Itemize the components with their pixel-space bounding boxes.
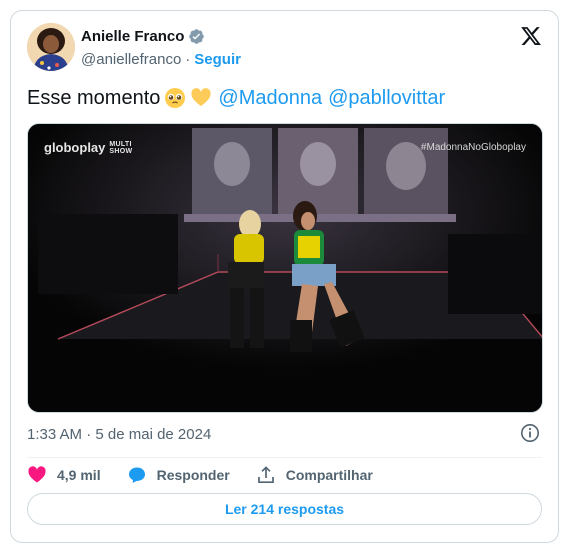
reply-button[interactable]: Responder	[127, 465, 230, 485]
author-handle[interactable]: @aniellefranco	[81, 51, 181, 68]
watermark-multi-text: MULTI	[109, 140, 132, 148]
share-button[interactable]: Compartilhar	[256, 465, 373, 485]
tweet-actions: 4,9 mil Responder Compartilhar	[27, 463, 399, 487]
watermark-globoplay-text: globoplay	[44, 140, 106, 155]
watermark-multishow: MULTI SHOW	[109, 141, 132, 155]
mention-pabllovittar[interactable]: @pabllovittar	[328, 85, 445, 111]
pleading-face-emoji	[164, 87, 186, 109]
author-display-name[interactable]: Anielle Franco	[81, 28, 184, 45]
x-logo-icon[interactable]	[520, 25, 542, 47]
tweet-card: Anielle Franco @aniellefranco · Seguir E…	[10, 10, 559, 543]
handle-separator: ·	[185, 51, 191, 68]
globoplay-watermark: globoplay MULTI SHOW	[44, 140, 132, 155]
like-button[interactable]: 4,9 mil	[27, 465, 101, 485]
tweet-body: Esse momento	[27, 87, 161, 109]
reply-label: Responder	[156, 467, 230, 483]
avatar[interactable]	[27, 23, 75, 71]
yellow-heart-emoji	[190, 87, 212, 109]
hashtag-watermark: #MadonnaNoGloboplay	[420, 142, 526, 153]
tweet-text: Esse momento @Madonna @pabllovittar	[27, 85, 445, 111]
like-count: 4,9 mil	[57, 467, 101, 483]
divider	[27, 457, 542, 458]
tweet-timestamp[interactable]: 1:33 AM · 5 de mai de 2024	[27, 426, 211, 443]
share-icon	[257, 466, 274, 484]
read-replies-button[interactable]: Ler 214 respostas	[27, 493, 542, 525]
reply-bubble-icon	[128, 467, 145, 483]
heart-icon	[28, 466, 46, 483]
info-icon[interactable]	[520, 423, 540, 443]
tweet-video[interactable]: globoplay MULTI SHOW #MadonnaNoGloboplay	[27, 123, 543, 413]
follow-button[interactable]: Seguir	[194, 51, 241, 68]
mention-madonna[interactable]: @Madonna	[218, 85, 322, 111]
verified-badge-icon	[188, 28, 205, 45]
video-frame	[28, 124, 542, 412]
share-label: Compartilhar	[285, 467, 373, 483]
watermark-show-text: SHOW	[109, 147, 133, 155]
